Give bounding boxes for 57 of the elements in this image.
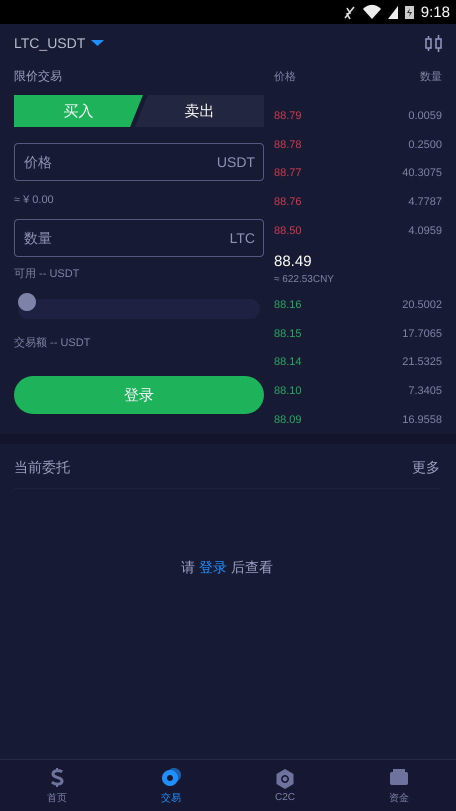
order-price: 88.76 <box>274 196 302 208</box>
available-balance: 可用 -- USDT <box>14 266 80 282</box>
clock: 9:18 <box>420 4 450 20</box>
panel-title: 当前委托 <box>14 459 70 477</box>
column-header: 价格 <box>274 70 296 84</box>
empty-message: 请 登录 后查看 <box>181 559 273 577</box>
order-amount: 20.5002 <box>402 299 442 312</box>
coin-icon <box>161 766 181 788</box>
sell-tab[interactable]: 卖出 <box>135 95 264 127</box>
order-price: 88.50 <box>274 224 302 237</box>
order-price: 88.10 <box>274 385 302 398</box>
mute-icon <box>342 4 356 20</box>
order-amount: 0.2500 <box>408 138 442 151</box>
buy-tab[interactable]: 买入 <box>14 95 143 127</box>
order-amount: 40.3075 <box>402 167 442 180</box>
slider-thumb[interactable] <box>18 293 36 311</box>
order-price: 88.78 <box>274 138 302 151</box>
order-price: 88.79 <box>274 110 302 122</box>
order-price: 88.15 <box>274 328 302 340</box>
nav-label: 首页 <box>47 792 67 804</box>
more-link[interactable]: 更多 <box>412 459 440 477</box>
candlestick-chart-icon[interactable] <box>425 34 442 52</box>
last-price-cny: ≈ 622.53CNY <box>274 274 335 285</box>
unit-label: USDT <box>216 154 255 170</box>
price-estimate: ≈ ¥ 0.00 <box>14 193 55 208</box>
wifi-icon <box>362 4 382 20</box>
order-amount: 16.9558 <box>402 414 442 426</box>
signal-icon <box>388 4 398 20</box>
order-amount: 4.0959 <box>408 224 442 237</box>
nav-tab[interactable]: C2C <box>228 760 342 811</box>
dropdown-caret-icon[interactable] <box>91 40 104 46</box>
order-type-label: 限价交易 <box>14 68 63 84</box>
trade-amount: 交易额 -- USDT <box>14 336 92 350</box>
order-price: 88.16 <box>274 299 302 312</box>
column-header: 数量 <box>420 70 442 84</box>
battery-icon <box>404 4 415 20</box>
order-amount: 0.0059 <box>408 110 442 122</box>
login-button[interactable]: 登录 <box>14 376 264 414</box>
nav-label: C2C <box>274 792 295 803</box>
unit-label: LTC <box>230 230 255 246</box>
nav-label: 资金 <box>389 792 409 804</box>
order-amount: 17.7065 <box>402 328 442 340</box>
order-amount: 21.5325 <box>402 356 442 368</box>
hexagon-icon <box>275 768 295 790</box>
order-price: 88.09 <box>274 414 302 426</box>
nav-tab[interactable]: 交易 <box>114 760 228 811</box>
nav-tab[interactable]: 首页 <box>0 760 114 811</box>
login-link[interactable]: 登录 <box>199 559 227 575</box>
order-price: 88.77 <box>274 167 302 180</box>
order-amount: 7.3405 <box>408 385 442 398</box>
order-price: 88.14 <box>274 356 302 368</box>
nav-tab[interactable]: 资金 <box>342 760 456 811</box>
pair-selector[interactable]: LTC_USDT <box>14 35 86 51</box>
last-price: 88.49 <box>274 252 313 270</box>
slider-track[interactable] <box>18 293 260 319</box>
order-amount: 4.7787 <box>408 196 442 208</box>
nav-label: 交易 <box>161 792 181 804</box>
